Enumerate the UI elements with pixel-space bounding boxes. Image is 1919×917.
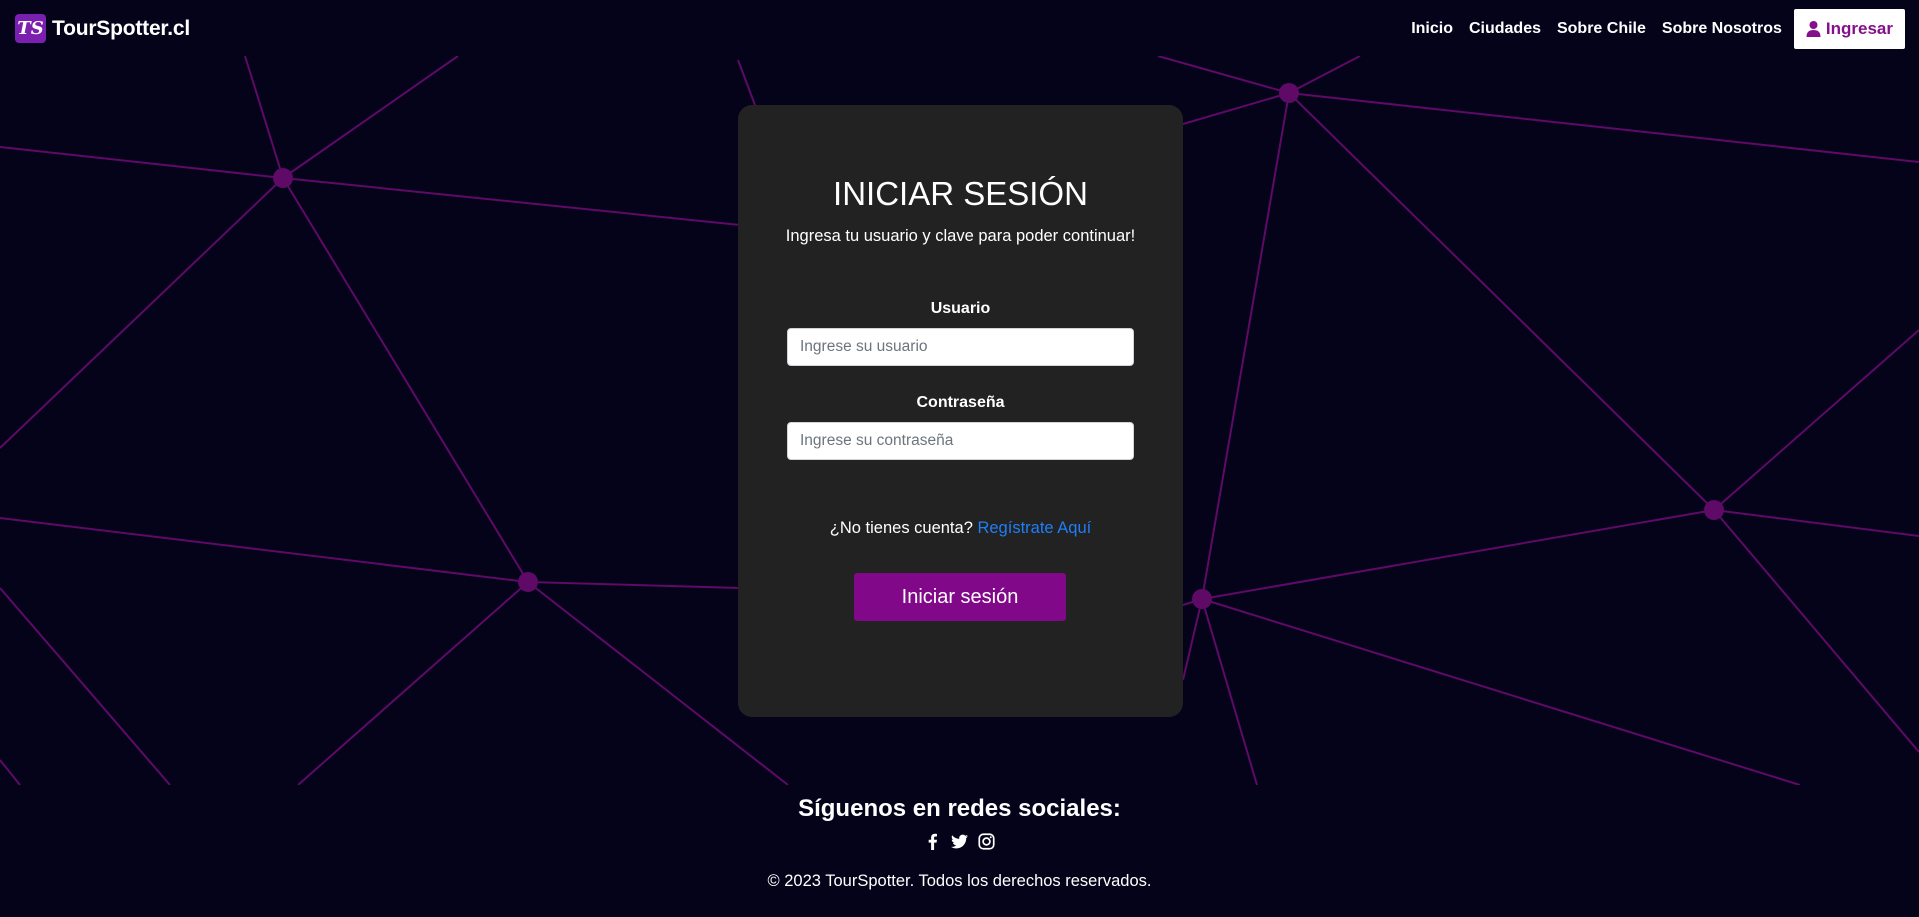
username-label: Usuario <box>930 300 991 317</box>
login-subtitle: Ingresa tu usuario y clave para poder co… <box>785 227 1136 245</box>
brand-name: TourSpotter.cl <box>52 16 190 40</box>
login-title: INICIAR SESIÓN <box>833 175 1088 212</box>
nav-link-sobre-chile[interactable]: Sobre Chile <box>1557 10 1646 48</box>
username-input[interactable] <box>787 328 1134 366</box>
navbar: TS TourSpotter.cl Inicio Ciudades Sobre … <box>0 0 1919 56</box>
footer: Síguenos en redes sociales: © 2023 TourS… <box>0 785 1919 917</box>
password-label: Contraseña <box>916 394 1005 411</box>
twitter-icon[interactable] <box>951 833 968 850</box>
login-button-label: Ingresar <box>1825 19 1893 38</box>
nav-link-sobre-nosotros[interactable]: Sobre Nosotros <box>1662 10 1782 48</box>
nav-links: Inicio Ciudades Sobre Chile Sobre Nosotr… <box>1395 9 1905 49</box>
facebook-icon[interactable] <box>924 833 941 850</box>
login-submit-button[interactable]: Iniciar sesión <box>854 573 1066 621</box>
nav-link-ciudades[interactable]: Ciudades <box>1469 10 1541 48</box>
nav-link-inicio[interactable]: Inicio <box>1411 10 1453 48</box>
brand-logo: TS <box>15 14 46 43</box>
footer-title: Síguenos en redes sociales: <box>798 795 1121 822</box>
page: TS TourSpotter.cl Inicio Ciudades Sobre … <box>0 0 1919 917</box>
user-icon <box>1806 21 1821 37</box>
copyright-text: © 2023 TourSpotter. Todos los derechos r… <box>767 872 1152 890</box>
brand-link[interactable]: TS TourSpotter.cl <box>15 14 190 43</box>
register-prompt: ¿No tienes cuenta? <box>829 519 973 537</box>
register-link[interactable]: Regístrate Aquí <box>977 519 1091 537</box>
register-line: ¿No tienes cuenta? Regístrate Aquí <box>738 519 1183 538</box>
instagram-icon[interactable] <box>978 833 995 850</box>
password-input[interactable] <box>787 422 1134 460</box>
social-icons <box>0 833 1919 850</box>
login-card: INICIAR SESIÓN Ingresa tu usuario y clav… <box>738 105 1183 717</box>
login-button[interactable]: Ingresar <box>1793 9 1905 49</box>
